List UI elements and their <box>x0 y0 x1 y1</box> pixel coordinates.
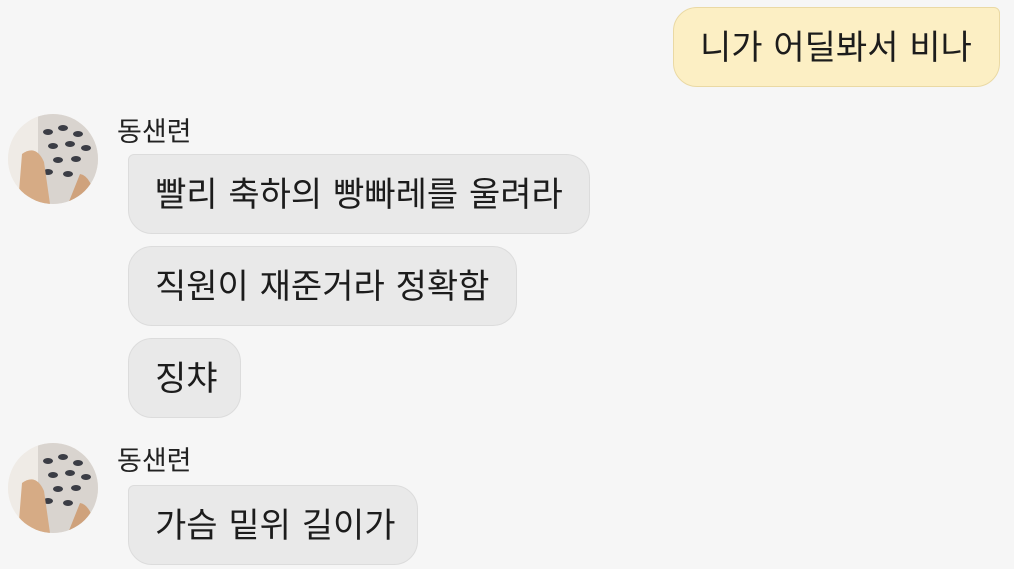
message-text: 가슴 밑위 길이가 <box>155 506 396 546</box>
message-text: 니가 어딜봐서 비나 <box>700 28 972 68</box>
outgoing-message-bubble[interactable]: 니가 어딜봐서 비나 <box>673 7 1000 87</box>
profile-photo-icon <box>8 114 98 204</box>
message-text: 빨리 축하의 빵빠레를 울려라 <box>155 175 563 215</box>
message-text: 직원이 재준거라 정확함 <box>155 267 490 307</box>
incoming-message-bubble[interactable]: 징챠 <box>128 338 241 418</box>
sender-avatar[interactable] <box>8 443 98 533</box>
sender-name: 동샌련 <box>117 117 192 148</box>
incoming-message-bubble[interactable]: 가슴 밑위 길이가 <box>128 485 418 565</box>
profile-photo-icon <box>8 443 98 533</box>
chat-area: 니가 어딜봐서 비나 동샌련 빨리 축하의 빵빠레를 울려라 직원이 재준거라 … <box>0 0 1014 569</box>
sender-name: 동샌련 <box>117 446 192 477</box>
incoming-message-bubble[interactable]: 직원이 재준거라 정확함 <box>128 246 517 326</box>
incoming-message-bubble[interactable]: 빨리 축하의 빵빠레를 울려라 <box>128 154 590 234</box>
sender-avatar[interactable] <box>8 114 98 204</box>
message-text: 징챠 <box>155 359 218 399</box>
